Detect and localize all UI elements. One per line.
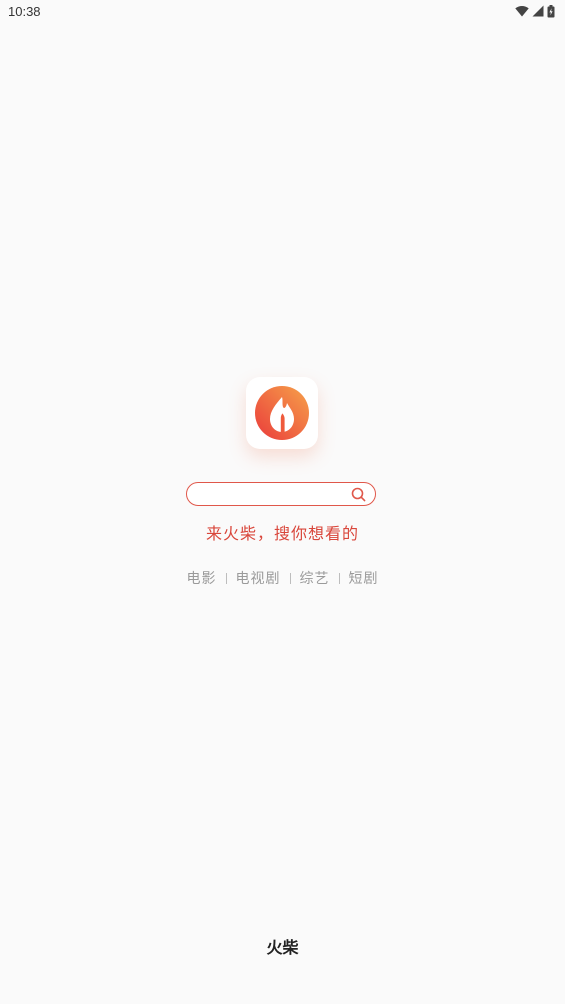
category-movie[interactable]: 电影 bbox=[187, 568, 217, 588]
status-icons bbox=[515, 3, 555, 19]
search-input[interactable] bbox=[186, 482, 376, 506]
category-short-drama[interactable]: 短剧 bbox=[349, 568, 379, 588]
category-divider bbox=[338, 572, 340, 584]
category-divider bbox=[225, 572, 227, 584]
status-bar: 10:38 bbox=[0, 0, 565, 24]
category-links: 电影 电视剧 综艺 短剧 bbox=[0, 568, 565, 588]
wifi-icon bbox=[515, 5, 529, 17]
status-time: 10:38 bbox=[8, 4, 41, 19]
app-logo bbox=[246, 377, 318, 449]
category-tv-series[interactable]: 电视剧 bbox=[236, 568, 281, 588]
category-divider bbox=[289, 572, 291, 584]
slogan-text: 来火柴，搜你想看的 bbox=[205, 524, 359, 543]
footer-brand-name: 火柴 bbox=[266, 938, 299, 957]
category-variety[interactable]: 综艺 bbox=[300, 568, 330, 588]
battery-charging-icon bbox=[547, 4, 555, 18]
cellular-signal-icon bbox=[532, 5, 544, 17]
search-icon[interactable] bbox=[351, 487, 366, 502]
